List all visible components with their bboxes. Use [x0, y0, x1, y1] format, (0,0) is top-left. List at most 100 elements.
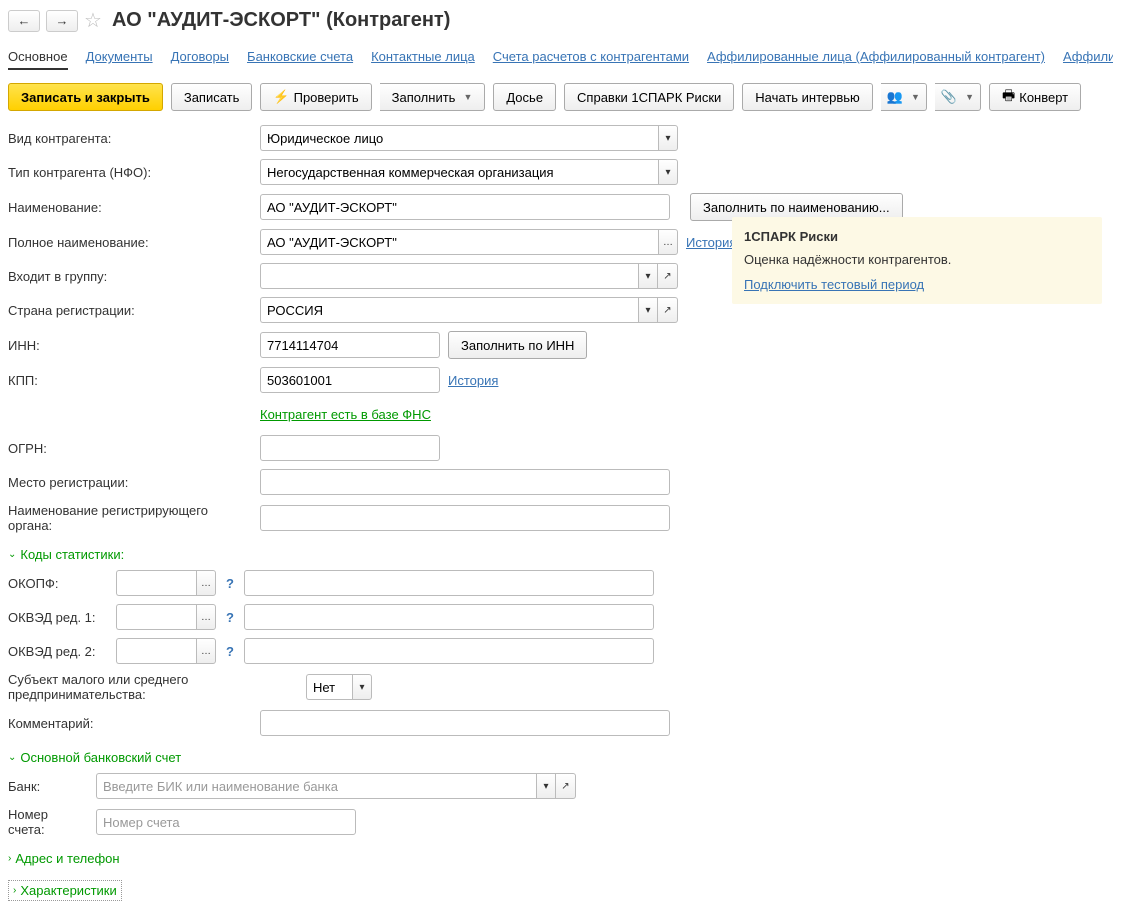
okved1-code-input[interactable] — [116, 604, 196, 630]
bank-input[interactable] — [96, 773, 536, 799]
inn-input[interactable] — [260, 332, 440, 358]
okved2-help[interactable]: ? — [224, 644, 236, 659]
users-button[interactable]: 👥▼ — [881, 83, 927, 111]
comment-label: Комментарий: — [8, 716, 252, 731]
address-section-label: Адрес и телефон — [15, 851, 119, 866]
tab-affiliated2[interactable]: Аффилирс — [1063, 45, 1113, 70]
bank-section-label: Основной банковский счет — [20, 750, 181, 765]
okved1-ellipsis-button[interactable]: … — [196, 604, 216, 630]
regplace-input[interactable] — [260, 469, 670, 495]
fullname-history-link[interactable]: История — [686, 235, 736, 250]
caret-down-icon: ▼ — [463, 92, 472, 102]
kpp-input[interactable] — [260, 367, 440, 393]
country-label: Страна регистрации: — [8, 303, 252, 318]
regplace-label: Место регистрации: — [8, 475, 252, 490]
okopf-help[interactable]: ? — [224, 576, 236, 591]
toolbar: Записать и закрыть Записать ⚡Проверить З… — [8, 83, 1113, 111]
okved1-name-input[interactable] — [244, 604, 654, 630]
check-button[interactable]: ⚡Проверить — [260, 83, 371, 111]
nav-back-button[interactable]: ← — [8, 10, 40, 32]
caret-down-icon: ▼ — [911, 92, 920, 102]
open-icon: ↗ — [663, 271, 671, 282]
name-label: Наименование: — [8, 200, 252, 215]
okopf-name-input[interactable] — [244, 570, 654, 596]
dossier-button[interactable]: Досье — [493, 83, 556, 111]
kpp-history-link[interactable]: История — [448, 373, 498, 388]
tab-settlement-accounts[interactable]: Счета расчетов с контрагентами — [493, 45, 689, 70]
okopf-code-input[interactable] — [116, 570, 196, 596]
fill-by-inn-button[interactable]: Заполнить по ИНН — [448, 331, 587, 359]
chars-section-header[interactable]: › Характеристики — [8, 880, 122, 901]
bank-open-button[interactable]: ↗ — [556, 773, 576, 799]
name-input[interactable] — [260, 194, 670, 220]
fullname-ellipsis-button[interactable]: … — [658, 229, 678, 255]
okopf-label: ОКОПФ: — [8, 576, 108, 591]
okved2-ellipsis-button[interactable]: … — [196, 638, 216, 664]
okved2-code-input[interactable] — [116, 638, 196, 664]
caret-down-icon: ▼ — [965, 92, 974, 102]
tab-bar: Основное Документы Договоры Банковские с… — [8, 45, 1113, 71]
write-button[interactable]: Записать — [171, 83, 253, 111]
widthokved2-label: ОКВЭД ред. 2: — [8, 644, 108, 659]
fns-link[interactable]: Контрагент есть в базе ФНС — [260, 407, 431, 422]
stats-section-header[interactable]: ⌄ Коды статистики: — [8, 547, 1113, 562]
fill-button[interactable]: Заполнить▼ — [380, 83, 486, 111]
regorg-input[interactable] — [260, 505, 670, 531]
tab-affiliated[interactable]: Аффилированные лица (Аффилированный конт… — [707, 45, 1045, 70]
nfo-input[interactable] — [260, 159, 658, 185]
caret-down-icon: ▾ — [665, 133, 670, 144]
nav-forward-button[interactable]: → — [46, 10, 78, 32]
country-dropdown-button[interactable]: ▾ — [638, 297, 658, 323]
group-dropdown-button[interactable]: ▾ — [638, 263, 658, 289]
inn-label: ИНН: — [8, 338, 252, 353]
ogrn-input[interactable] — [260, 435, 440, 461]
stats-section-label: Коды статистики: — [20, 547, 124, 562]
spark-desc: Оценка надёжности контрагентов. — [744, 252, 1090, 267]
envelope-button[interactable]: 🖶Конверт — [989, 83, 1081, 111]
okopf-ellipsis-button[interactable]: … — [196, 570, 216, 596]
chevron-down-icon: ⌄ — [8, 549, 16, 560]
group-open-button[interactable]: ↗ — [658, 263, 678, 289]
tab-contracts[interactable]: Договоры — [171, 45, 229, 70]
open-icon: ↗ — [561, 781, 569, 792]
okved1-label: ОКВЭД ред. 1: — [8, 610, 108, 625]
kind-dropdown-button[interactable]: ▾ — [658, 125, 678, 151]
write-close-button[interactable]: Записать и закрыть — [8, 83, 163, 111]
users-icon: 👥 — [887, 89, 903, 105]
nfo-dropdown-button[interactable]: ▾ — [658, 159, 678, 185]
attach-button[interactable]: 📎▼ — [935, 83, 981, 111]
kpp-label: КПП: — [8, 373, 252, 388]
okved2-name-input[interactable] — [244, 638, 654, 664]
star-icon[interactable]: ☆ — [84, 8, 102, 33]
comment-input[interactable] — [260, 710, 670, 736]
regorg-label: Наименование регистрирующего органа: — [8, 503, 252, 533]
group-input[interactable] — [260, 263, 638, 289]
paperclip-icon: 📎 — [941, 89, 957, 105]
tab-documents[interactable]: Документы — [86, 45, 153, 70]
acct-input[interactable] — [96, 809, 356, 835]
bank-label: Банк: — [8, 779, 88, 794]
caret-down-icon: ▾ — [645, 271, 650, 282]
kind-input[interactable] — [260, 125, 658, 151]
address-section-header[interactable]: › Адрес и телефон — [8, 851, 1113, 866]
sme-dropdown-button[interactable]: ▾ — [352, 674, 372, 700]
country-input[interactable] — [260, 297, 638, 323]
bank-dropdown-button[interactable]: ▾ — [536, 773, 556, 799]
country-open-button[interactable]: ↗ — [658, 297, 678, 323]
caret-down-icon: ▾ — [645, 305, 650, 316]
fullname-input[interactable] — [260, 229, 658, 255]
spark-trial-link[interactable]: Подключить тестовый период — [744, 277, 924, 292]
kind-label: Вид контрагента: — [8, 131, 252, 146]
interview-button[interactable]: Начать интервью — [742, 83, 873, 111]
check-button-label: Проверить — [294, 90, 359, 105]
sme-input[interactable] — [306, 674, 352, 700]
ellipsis-icon: … — [663, 237, 673, 248]
ellipsis-icon: … — [201, 646, 211, 657]
tab-bank-accounts[interactable]: Банковские счета — [247, 45, 353, 70]
acct-label: Номер счета: — [8, 807, 88, 837]
okved1-help[interactable]: ? — [224, 610, 236, 625]
tab-main[interactable]: Основное — [8, 45, 68, 70]
spark-button[interactable]: Справки 1СПАРК Риски — [564, 83, 734, 111]
bank-section-header[interactable]: ⌄ Основной банковский счет — [8, 750, 1113, 765]
tab-contacts[interactable]: Контактные лица — [371, 45, 475, 70]
